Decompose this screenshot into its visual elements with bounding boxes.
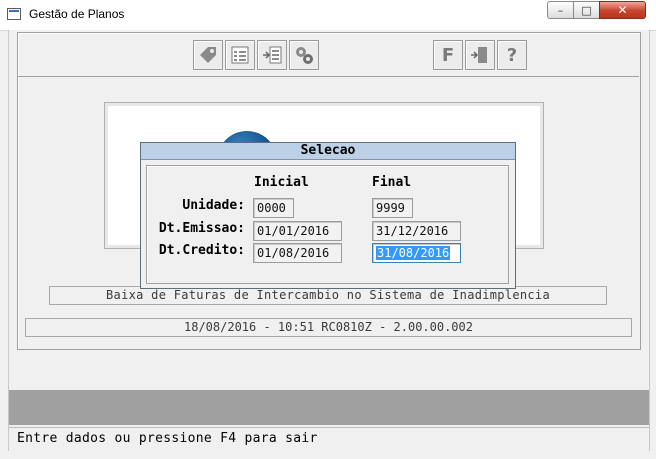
label-unidade: Unidade: — [182, 198, 245, 213]
help-question-icon[interactable]: ? — [497, 40, 527, 70]
dt-emissao-final-field[interactable]: 31/12/2016 — [372, 221, 461, 241]
title-bar: Gestão de Planos – □ ✕ — [0, 0, 656, 31]
dt-emissao-inicial-field[interactable]: 01/01/2016 — [253, 221, 342, 241]
gears-icon[interactable] — [289, 40, 319, 70]
checklist-icon[interactable] — [225, 40, 255, 70]
status-message: Entre dados ou pressione F4 para sair — [17, 431, 318, 446]
selection-dialog: Selecao Inicial Final Unidade: 0000 9999… — [140, 142, 516, 289]
column-header-inicial: Inicial — [254, 175, 309, 190]
minimize-icon: – — [557, 3, 564, 17]
function-f-glyph: F — [441, 44, 455, 66]
label-dt-credito: Dt.Credito: — [158, 243, 245, 258]
minimize-button[interactable]: – — [547, 1, 574, 19]
close-button[interactable]: ✕ — [599, 1, 646, 19]
maximize-icon: □ — [581, 3, 592, 17]
list-arrow-icon[interactable] — [257, 40, 287, 70]
function-f-icon[interactable]: F — [433, 40, 463, 70]
help-glyph: ? — [506, 44, 518, 66]
tag-icon[interactable] — [193, 40, 223, 70]
dt-credito-final-field[interactable]: 31/08/2016 — [372, 243, 461, 263]
status-bar: Entre dados ou pressione F4 para sair — [9, 427, 649, 450]
selected-text: 31/08/2016 — [376, 246, 451, 260]
unidade-final-field[interactable]: 9999 — [372, 198, 413, 218]
window-title: Gestão de Planos — [29, 7, 125, 21]
version-info: 18/08/2016 - 10:51 RC0810Z - 2.00.00.002 — [25, 318, 632, 337]
message-area — [9, 390, 649, 425]
close-icon: ✕ — [617, 3, 628, 17]
toolbar: F ? — [17, 32, 639, 77]
unidade-inicial-field[interactable]: 0000 — [253, 198, 294, 218]
label-dt-emissao: Dt.Emissao: — [158, 221, 245, 236]
app-window-icon — [7, 8, 21, 20]
exit-door-icon[interactable] — [465, 40, 495, 70]
dt-credito-inicial-field[interactable]: 01/08/2016 — [253, 243, 342, 263]
maximize-button[interactable]: □ — [573, 1, 600, 19]
column-header-final: Final — [372, 175, 412, 190]
dialog-title: Selecao — [141, 143, 515, 160]
